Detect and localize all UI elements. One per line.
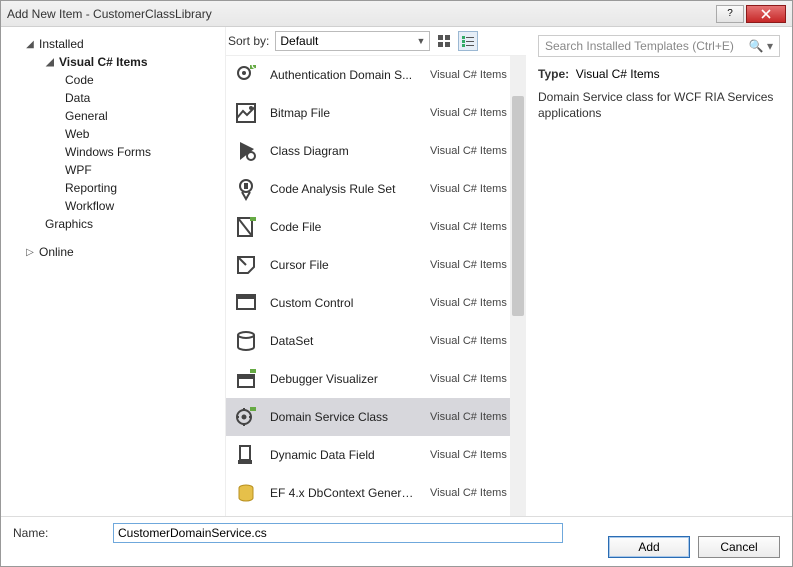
search-icon: 🔍 ▾	[749, 39, 773, 53]
description: Domain Service class for WCF RIA Service…	[538, 89, 780, 121]
nav-online[interactable]: ▷Online	[11, 243, 215, 261]
footer: Name: Add Cancel	[1, 516, 792, 566]
template-icon	[232, 213, 260, 241]
help-button[interactable]: ?	[716, 5, 744, 23]
nav-web[interactable]: Web	[11, 125, 215, 143]
template-icon	[232, 479, 260, 507]
template-name: Cursor File	[270, 258, 420, 272]
name-label: Name:	[13, 526, 103, 540]
cancel-button[interactable]: Cancel	[698, 536, 780, 558]
scrollbar-thumb[interactable]	[512, 96, 524, 316]
details-panel: Search Installed Templates (Ctrl+E) 🔍 ▾ …	[526, 27, 792, 517]
template-category: Visual C# Items	[430, 145, 520, 157]
template-name: Domain Service Class	[270, 410, 420, 424]
template-item[interactable]: Debugger Visualizer Visual C# Items	[226, 360, 526, 398]
template-category: Visual C# Items	[430, 487, 520, 499]
template-item[interactable]: EF 4.x DbContext Generator Visual C# Item…	[226, 474, 526, 512]
template-name: Class Diagram	[270, 144, 420, 158]
type-label: Type:	[538, 67, 569, 81]
template-icon	[232, 175, 260, 203]
template-category: Visual C# Items	[430, 183, 520, 195]
nav-workflow[interactable]: Workflow	[11, 197, 215, 215]
list-toolbar: Sort by: Default ▼	[226, 27, 526, 55]
chevron-down-icon: ◢	[25, 39, 35, 50]
template-item[interactable]: Dynamic Data Field Visual C# Items	[226, 436, 526, 474]
search-placeholder: Search Installed Templates (Ctrl+E)	[545, 39, 734, 53]
template-item[interactable]: Custom Control Visual C# Items	[226, 284, 526, 322]
nav-reporting[interactable]: Reporting	[11, 179, 215, 197]
template-item[interactable]: Class Diagram Visual C# Items	[226, 132, 526, 170]
scrollbar[interactable]	[510, 56, 526, 517]
template-category: Visual C# Items	[430, 259, 520, 271]
template-icon	[232, 99, 260, 127]
template-item[interactable]: Cursor File Visual C# Items	[226, 246, 526, 284]
nav-general[interactable]: General	[11, 107, 215, 125]
template-list-panel: Sort by: Default ▼ C# Authentication Doma…	[226, 27, 526, 517]
name-input[interactable]	[113, 523, 563, 543]
chevron-down-icon: ▼	[416, 36, 425, 46]
svg-text:C#: C#	[251, 63, 258, 72]
type-row: Type: Visual C# Items	[538, 67, 780, 81]
template-item[interactable]: Domain Service Class Visual C# Items	[226, 398, 526, 436]
template-category: Visual C# Items	[430, 411, 520, 423]
left-nav: ◢Installed ◢Visual C# Items Code Data Ge…	[1, 27, 226, 517]
template-icon: C#	[232, 61, 260, 89]
template-name: Authentication Domain S...	[270, 68, 420, 82]
template-name: Bitmap File	[270, 106, 420, 120]
template-icon	[232, 365, 260, 393]
template-item[interactable]: Bitmap File Visual C# Items	[226, 94, 526, 132]
chevron-right-icon: ▷	[25, 247, 35, 258]
template-icon	[232, 327, 260, 355]
chevron-down-icon: ◢	[45, 57, 55, 68]
template-item[interactable]: C# Authentication Domain S... Visual C# It…	[226, 56, 526, 94]
button-row: Add Cancel	[608, 536, 780, 558]
view-details-button[interactable]	[458, 31, 478, 51]
template-name: DataSet	[270, 334, 420, 348]
sortby-dropdown[interactable]: Default ▼	[275, 31, 430, 51]
window-buttons: ?	[716, 5, 786, 23]
nav-data[interactable]: Data	[11, 89, 215, 107]
template-icon	[232, 251, 260, 279]
template-category: Visual C# Items	[430, 69, 520, 81]
view-large-icons-button[interactable]	[434, 31, 454, 51]
template-name: EF 4.x DbContext Generator	[270, 486, 420, 500]
nav-windows-forms[interactable]: Windows Forms	[11, 143, 215, 161]
nav-graphics[interactable]: Graphics	[11, 215, 215, 233]
template-item[interactable]: Code File Visual C# Items	[226, 208, 526, 246]
template-item[interactable]: DataSet Visual C# Items	[226, 322, 526, 360]
template-name: Code Analysis Rule Set	[270, 182, 420, 196]
template-name: Dynamic Data Field	[270, 448, 420, 462]
sortby-label: Sort by:	[228, 34, 269, 48]
sortby-value: Default	[280, 34, 318, 48]
template-category: Visual C# Items	[430, 297, 520, 309]
nav-code[interactable]: Code	[11, 71, 215, 89]
nav-wpf[interactable]: WPF	[11, 161, 215, 179]
template-list: C# Authentication Domain S... Visual C# It…	[226, 55, 526, 517]
template-icon	[232, 441, 260, 469]
template-name: Debugger Visualizer	[270, 372, 420, 386]
template-category: Visual C# Items	[430, 373, 520, 385]
titlebar: Add New Item - CustomerClassLibrary ?	[1, 1, 792, 27]
nav-installed[interactable]: ◢Installed	[11, 35, 215, 53]
template-name: Code File	[270, 220, 420, 234]
template-category: Visual C# Items	[430, 335, 520, 347]
type-value: Visual C# Items	[576, 67, 660, 81]
template-icon	[232, 289, 260, 317]
template-category: Visual C# Items	[430, 449, 520, 461]
add-button[interactable]: Add	[608, 536, 690, 558]
nav-visual-csharp-items[interactable]: ◢Visual C# Items	[11, 53, 215, 71]
template-category: Visual C# Items	[430, 221, 520, 233]
template-icon	[232, 403, 260, 431]
template-category: Visual C# Items	[430, 107, 520, 119]
template-icon	[232, 137, 260, 165]
template-item[interactable]: Code Analysis Rule Set Visual C# Items	[226, 170, 526, 208]
window-title: Add New Item - CustomerClassLibrary	[7, 7, 716, 21]
search-input[interactable]: Search Installed Templates (Ctrl+E) 🔍 ▾	[538, 35, 780, 57]
close-button[interactable]	[746, 5, 786, 23]
template-name: Custom Control	[270, 296, 420, 310]
content: ◢Installed ◢Visual C# Items Code Data Ge…	[1, 27, 792, 517]
